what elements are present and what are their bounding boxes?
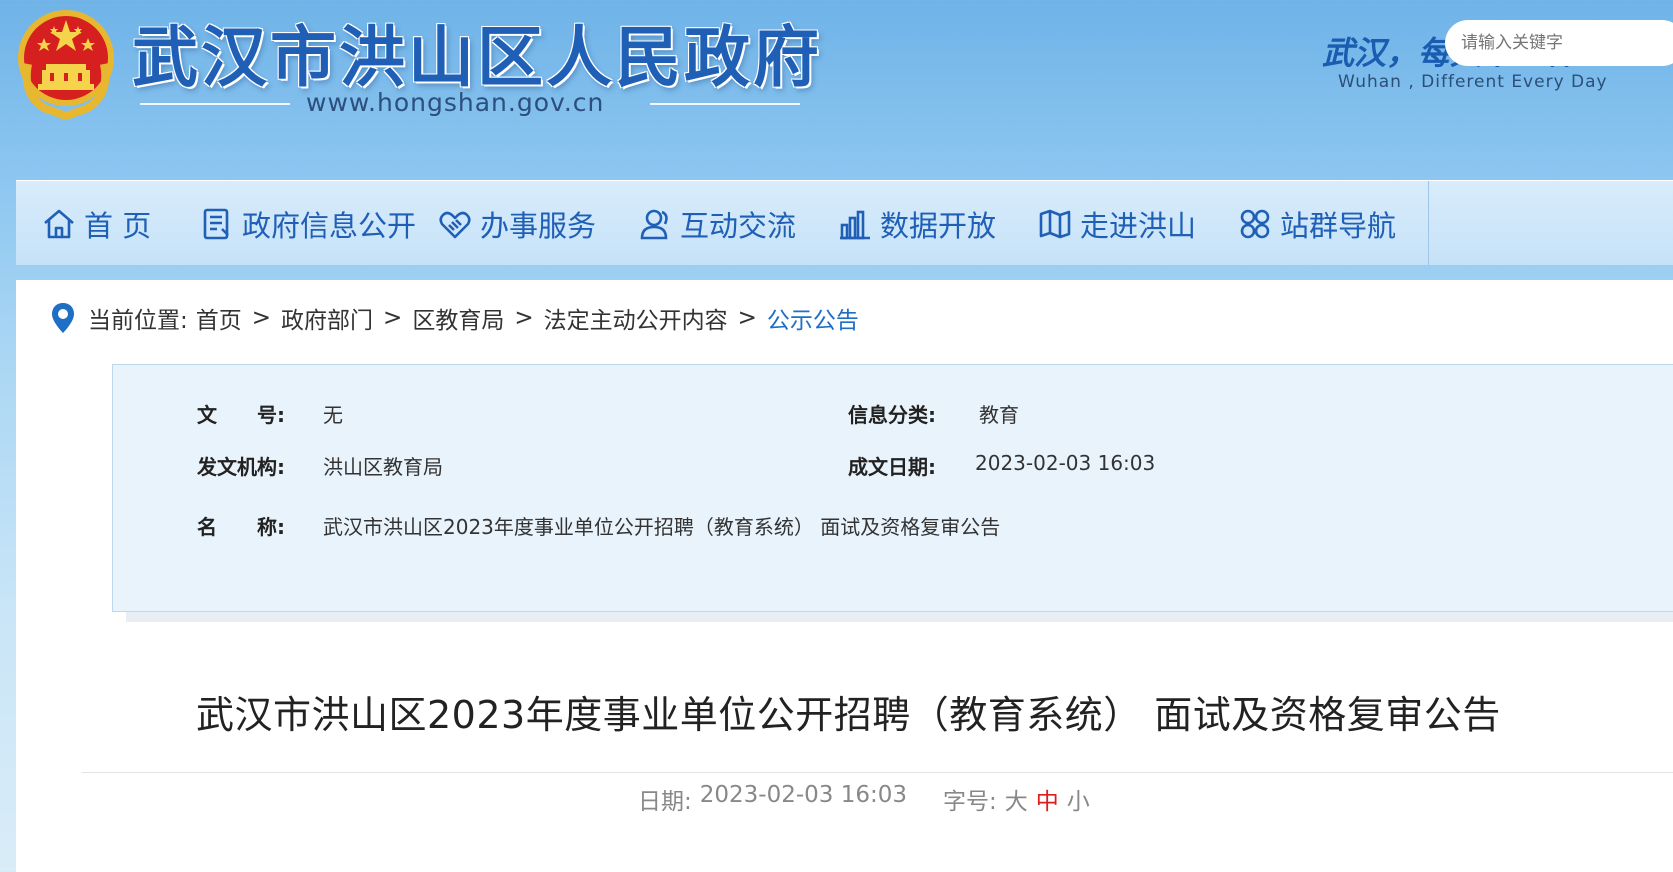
main-nav: 首 页 政府信息公开 办事服务 互动交流 数据开放 走进洪山 站群导航 xyxy=(16,180,1673,266)
font-size-label: 字号: xyxy=(943,789,997,815)
handshake-icon xyxy=(439,211,471,238)
nav-item-services[interactable]: 办事服务 xyxy=(438,181,596,266)
document-icon xyxy=(203,208,229,239)
search-input[interactable] xyxy=(1445,20,1673,66)
nav-item-home[interactable]: 首 页 xyxy=(42,181,151,266)
name-value: 武汉市洪山区2023年度事业单位公开招聘（教育系统） 面试及资格复审公告 xyxy=(323,515,1001,539)
national-emblem-icon[interactable] xyxy=(14,4,118,120)
article-title: 武汉市洪山区2023年度事业单位公开招聘（教育系统） 面试及资格复审公告 xyxy=(196,693,1501,737)
nav-item-about-hongshan[interactable]: 走进洪山 xyxy=(1038,181,1196,266)
grid-icon xyxy=(1240,209,1270,238)
breadcrumb-separator: > xyxy=(737,305,757,331)
divider xyxy=(82,772,1673,773)
divider xyxy=(140,103,290,105)
nav-item-site-navigation[interactable]: 站群导航 xyxy=(1238,181,1396,266)
doc-number-label: 文 号: xyxy=(197,403,285,427)
bar-chart-icon xyxy=(840,210,870,239)
breadcrumb-separator: > xyxy=(251,305,272,331)
font-size-medium-button[interactable]: 中 xyxy=(1036,782,1059,816)
nav-item-label: 政府信息公开 xyxy=(242,208,417,243)
city-slogan-english: Wuhan , Different Every Day xyxy=(1338,72,1608,92)
nav-item-label: 互动交流 xyxy=(680,208,797,243)
nav-item-open-data[interactable]: 数据开放 xyxy=(838,181,996,266)
nav-item-label: 首 页 xyxy=(84,208,152,243)
breadcrumb-separator: > xyxy=(514,305,534,331)
issuer-label: 发文机构: xyxy=(197,455,285,479)
nav-item-label: 办事服务 xyxy=(480,208,597,243)
map-icon xyxy=(1039,209,1071,238)
nav-item-label: 数据开放 xyxy=(880,208,997,243)
category-value: 教育 xyxy=(979,403,1019,427)
date-label: 成文日期: xyxy=(848,455,936,479)
site-url-row: www.hongshan.gov.cn xyxy=(140,86,800,122)
divider xyxy=(650,103,800,105)
article-date-value: 2023-02-03 16:03 xyxy=(699,782,908,808)
home-icon xyxy=(44,209,74,238)
issuer-value: 洪山区教育局 xyxy=(323,455,443,479)
nav-item-interaction[interactable]: 互动交流 xyxy=(638,181,796,266)
breadcrumb-item-announcements[interactable]: 公示公告 xyxy=(767,301,859,335)
breadcrumb-separator: > xyxy=(383,305,403,331)
article-meta: 日期: 2023-02-03 16:03 字号: 大 中 小 xyxy=(638,782,1090,816)
nav-item-gov-info[interactable]: 政府信息公开 xyxy=(200,181,416,266)
date-value: 2023-02-03 16:03 xyxy=(975,451,1156,475)
site-header: 武汉市洪山区人民政府 www.hongshan.gov.cn 武汉，每天不一样 … xyxy=(0,0,1673,180)
breadcrumb-item-education-bureau[interactable]: 区教育局 xyxy=(412,301,504,335)
article-date-label: 日期: xyxy=(638,789,692,815)
name-label: 名 称: xyxy=(197,515,285,539)
breadcrumb-item-departments[interactable]: 政府部门 xyxy=(281,301,373,335)
document-info-box: 文 号: 无 信息分类: 教育 发文机构: 洪山区教育局 成文日期: 2023-… xyxy=(112,364,1673,612)
category-label: 信息分类: xyxy=(848,403,936,427)
users-icon xyxy=(640,209,668,239)
breadcrumb-item-public-content[interactable]: 法定主动公开内容 xyxy=(544,301,728,335)
breadcrumb-prefix: 当前位置: xyxy=(88,308,188,334)
nav-divider xyxy=(1428,181,1429,266)
breadcrumb: 当前位置: 首页 > 政府部门 > 区教育局 > 法定主动公开内容 > 公示公告 xyxy=(50,300,859,336)
site-url[interactable]: www.hongshan.gov.cn xyxy=(306,88,604,117)
nav-item-label: 走进洪山 xyxy=(1080,208,1197,243)
nav-item-label: 站群导航 xyxy=(1280,208,1397,243)
font-size-small-button[interactable]: 小 xyxy=(1067,782,1090,816)
doc-number-value: 无 xyxy=(323,403,343,427)
breadcrumb-item-home[interactable]: 首页 xyxy=(196,301,242,335)
content-panel: 当前位置: 首页 > 政府部门 > 区教育局 > 法定主动公开内容 > 公示公告… xyxy=(16,280,1673,872)
font-size-large-button[interactable]: 大 xyxy=(1005,782,1028,816)
location-pin-icon xyxy=(52,303,74,333)
